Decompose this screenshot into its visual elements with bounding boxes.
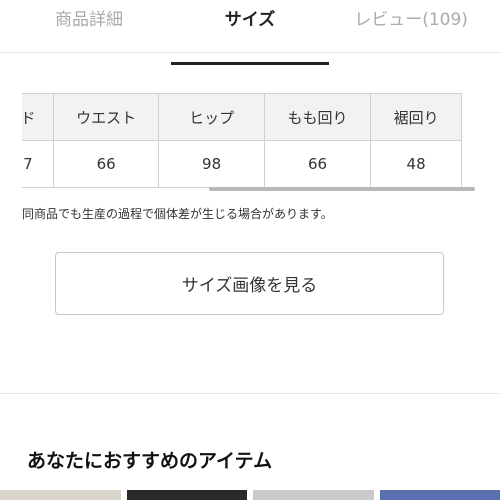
product-thumbnail[interactable] <box>126 490 247 500</box>
table-header-cell: ド <box>22 93 54 141</box>
table-cell: 66 <box>263 140 372 188</box>
table-cell: 98 <box>158 140 265 188</box>
horizontal-scrollbar[interactable] <box>209 187 475 191</box>
recommendation-title: あなたにおすすめのアイテム <box>27 450 273 472</box>
table-cell: 48 <box>370 140 462 188</box>
tab-bar: 商品詳細 サイズ レビュー(109) <box>0 0 500 65</box>
size-table: ド ウエスト ヒップ もも回り 裾回り 7 66 98 66 48 <box>22 93 462 188</box>
section-divider <box>0 393 500 394</box>
recommendation-thumbnails <box>0 490 500 500</box>
tab-reviews[interactable]: レビュー(109) <box>333 0 500 52</box>
product-thumbnail[interactable] <box>0 490 121 500</box>
table-header-row: ド ウエスト ヒップ もも回り 裾回り <box>22 93 462 141</box>
table-header-cell: ヒップ <box>158 93 265 141</box>
size-note: 同商品でも生産の過程で個体差が生じる場合があります。 <box>22 207 333 221</box>
table-cell: 66 <box>52 140 160 188</box>
table-cell: 7 <box>22 140 54 188</box>
tab-size[interactable]: サイズ <box>167 0 334 65</box>
table-header-cell: もも回り <box>263 93 372 141</box>
product-thumbnail[interactable] <box>253 490 374 500</box>
table-header-cell: ウエスト <box>52 93 160 141</box>
product-thumbnail[interactable] <box>379 490 500 500</box>
view-size-image-button[interactable]: サイズ画像を見る <box>55 252 444 315</box>
tab-product-details[interactable]: 商品詳細 <box>0 0 167 52</box>
table-row: 7 66 98 66 48 <box>22 140 462 188</box>
table-header-cell: 裾回り <box>370 93 462 141</box>
size-table-scroll-area[interactable]: ド ウエスト ヒップ もも回り 裾回り 7 66 98 66 48 <box>22 93 482 188</box>
